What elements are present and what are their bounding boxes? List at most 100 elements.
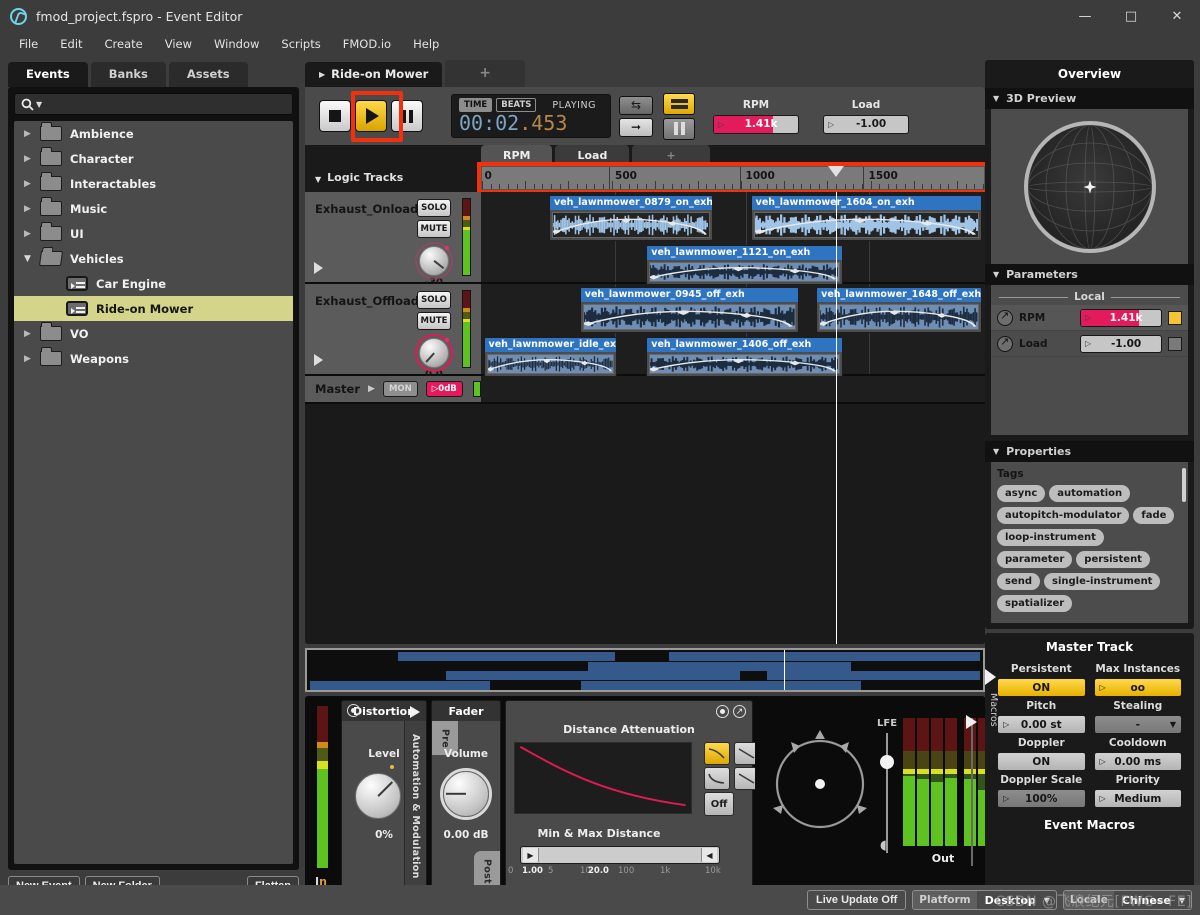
beats-mode-pill[interactable]: BEATS [496, 98, 537, 112]
expand-track-icon[interactable] [314, 262, 323, 274]
tag-send[interactable]: send [997, 573, 1041, 590]
chevron-down-icon[interactable]: ▼ [24, 254, 40, 264]
live-update-button[interactable]: Live Update Off [807, 890, 907, 910]
menu-view[interactable]: View [154, 34, 203, 54]
follow-playhead-button[interactable]: ➞ [619, 117, 653, 137]
tree-item-ui[interactable]: ▶ UI [14, 221, 293, 246]
spatializer-module[interactable]: ↗ Distance Attenuation Off Min & Max Dis… [505, 700, 760, 892]
menu-help[interactable]: Help [402, 34, 450, 54]
master-field-doppler-scale[interactable]: ▷ 100% [997, 789, 1086, 808]
tag-async[interactable]: async [997, 485, 1046, 502]
chevron-right-icon[interactable]: ▶ [24, 129, 40, 139]
mute-button[interactable]: MUTE [417, 220, 451, 238]
curve-off-button[interactable]: Off [704, 792, 734, 816]
search-input[interactable]: ▼ [14, 93, 293, 115]
tag-fade[interactable]: fade [1133, 507, 1175, 524]
surround-panner[interactable] [765, 726, 875, 836]
track-volume-knob[interactable] [419, 246, 449, 276]
tree-item-vo[interactable]: ▶ VO [14, 321, 293, 346]
expand-arrow-icon[interactable] [985, 669, 996, 685]
menu-window[interactable]: Window [203, 34, 270, 54]
play-button[interactable] [355, 100, 387, 132]
parameter-value-field[interactable]: ▷ 1.41k [1080, 308, 1162, 327]
tag-spatializer[interactable]: spatializer [997, 595, 1073, 612]
tree-item-ambience[interactable]: ▶ Ambience [14, 121, 293, 146]
tab-assets[interactable]: Assets [168, 62, 248, 87]
mon-button[interactable]: MON [382, 381, 418, 397]
lfe-control[interactable]: LFE ◖ [877, 718, 897, 853]
master-field-pitch[interactable]: ▷ 0.00 st [997, 715, 1086, 734]
level-knob[interactable] [355, 773, 401, 819]
loop-playback-button[interactable]: ⇆ [619, 95, 653, 115]
master-field-persistent[interactable]: ON [997, 678, 1086, 697]
solo-button[interactable]: SOLO [417, 199, 451, 217]
maximize-icon[interactable]: □ [1108, 0, 1154, 32]
minmax-slider[interactable]: ▶ ◀ [520, 846, 720, 864]
audio-clip[interactable]: veh_lawnmower_idle_exh [483, 337, 618, 377]
list-view-button[interactable] [663, 92, 695, 115]
tag-single-instrument[interactable]: single-instrument [1044, 573, 1161, 590]
add-event-tab-button[interactable]: + [445, 60, 526, 87]
param-tab-rpm[interactable]: RPM [481, 145, 553, 167]
time-mode-pill[interactable]: TIME [459, 98, 493, 112]
tag-automation[interactable]: automation [1049, 485, 1131, 502]
output-fader-rail[interactable] [966, 715, 981, 866]
master-field-priority[interactable]: ▷ Medium [1093, 789, 1182, 808]
track-lane[interactable]: veh_lawnmower_0945_off_exh veh_lawnmower_… [481, 284, 985, 377]
tree-item-music[interactable]: ▶ Music [14, 196, 293, 221]
add-parameter-tab-button[interactable]: + [632, 145, 710, 167]
menu-file[interactable]: File [8, 34, 49, 54]
chevron-right-icon[interactable]: ▶ [24, 154, 40, 164]
logic-tracks-header[interactable]: ▼ Logic Tracks [305, 145, 481, 192]
tab-events[interactable]: Events [8, 62, 88, 87]
tree-item-interactables[interactable]: ▶ Interactables [14, 171, 293, 196]
param-header-field[interactable]: ▷ -1.00 [823, 114, 909, 134]
audio-clip[interactable]: veh_lawnmower_0945_off_exh [579, 287, 800, 333]
menu-edit[interactable]: Edit [49, 34, 93, 54]
parameter-color-swatch[interactable] [1168, 310, 1182, 325]
tag-autopitch-modulator[interactable]: autopitch-modulator [997, 507, 1130, 524]
audio-clip[interactable]: veh_lawnmower_1406_off_exh [646, 337, 843, 377]
tree-item-weapons[interactable]: ▶ Weapons [14, 346, 293, 371]
automation-strip[interactable]: Automation & Modulation [404, 721, 426, 891]
tree-item-ride-on-mower[interactable]: Ride-on Mower [14, 296, 293, 321]
tag-parameter[interactable]: parameter [997, 551, 1073, 568]
fader-module[interactable]: Fader Pre Volume 0.00 dB Post [431, 700, 501, 892]
audio-clip[interactable]: veh_lawnmower_1648_off_exh [816, 287, 983, 333]
stop-button[interactable] [319, 100, 351, 132]
play-arrow-icon[interactable] [410, 706, 420, 718]
parameter-value-field[interactable]: ▷ -1.00 [1080, 334, 1162, 353]
menu-create[interactable]: Create [94, 34, 154, 54]
track-volume-knob[interactable] [419, 338, 449, 368]
master-track-header[interactable]: Master ▶ MON ▷0dB [305, 376, 481, 402]
menu-fmodio[interactable]: FMOD.io [332, 34, 402, 54]
parameter-row-rpm[interactable]: RPM ▷1.41k [991, 305, 1188, 331]
preview-3d-view[interactable] [991, 109, 1188, 264]
curve-preset-2[interactable] [704, 767, 730, 790]
audio-clip[interactable]: veh_lawnmower_0879_on_exh [549, 195, 713, 241]
master-field-stealing[interactable]: - ▼ [1093, 715, 1182, 734]
parameters-header[interactable]: ▼ Parameters [985, 264, 1194, 285]
properties-header[interactable]: ▼ Properties [985, 441, 1194, 462]
master-field-max-instances[interactable]: ▷ oo [1093, 678, 1182, 697]
chevron-right-icon[interactable]: ▶ [24, 354, 40, 364]
bypass-icon[interactable] [716, 705, 729, 718]
track-exhaust_onload[interactable]: Exhaust_OnloadSOLOMUTE-30 dBveh_lawnmowe… [305, 192, 985, 299]
tab-banks[interactable]: Banks [90, 62, 166, 87]
chevron-right-icon[interactable]: ▶ [24, 204, 40, 214]
expand-track-icon[interactable] [314, 354, 323, 366]
track-lane[interactable]: veh_lawnmower_0879_on_exh veh_lawnmower_1… [481, 192, 985, 285]
lfe-slider-handle[interactable] [880, 755, 895, 769]
columns-view-button[interactable] [663, 117, 695, 140]
expand-master-icon[interactable]: ▶ [368, 384, 375, 394]
audio-clip[interactable]: veh_lawnmower_1121_on_exh [646, 245, 843, 285]
event-tab-ride-on-mower[interactable]: ▶ Ride-on Mower [305, 62, 443, 87]
parameter-ruler[interactable]: 0 500 1000 1500 [481, 166, 985, 190]
master-field-cooldown[interactable]: ▷ 0.00 ms [1093, 752, 1182, 771]
parameter-row-load[interactable]: Load ▷-1.00 [991, 331, 1188, 357]
master-field-doppler[interactable]: ON [997, 752, 1086, 771]
tree-item-vehicles[interactable]: ▼ Vehicles [14, 246, 293, 271]
chevron-right-icon[interactable]: ▶ [24, 229, 40, 239]
curve-preset-0[interactable] [704, 742, 730, 765]
tree-item-character[interactable]: ▶ Character [14, 146, 293, 171]
